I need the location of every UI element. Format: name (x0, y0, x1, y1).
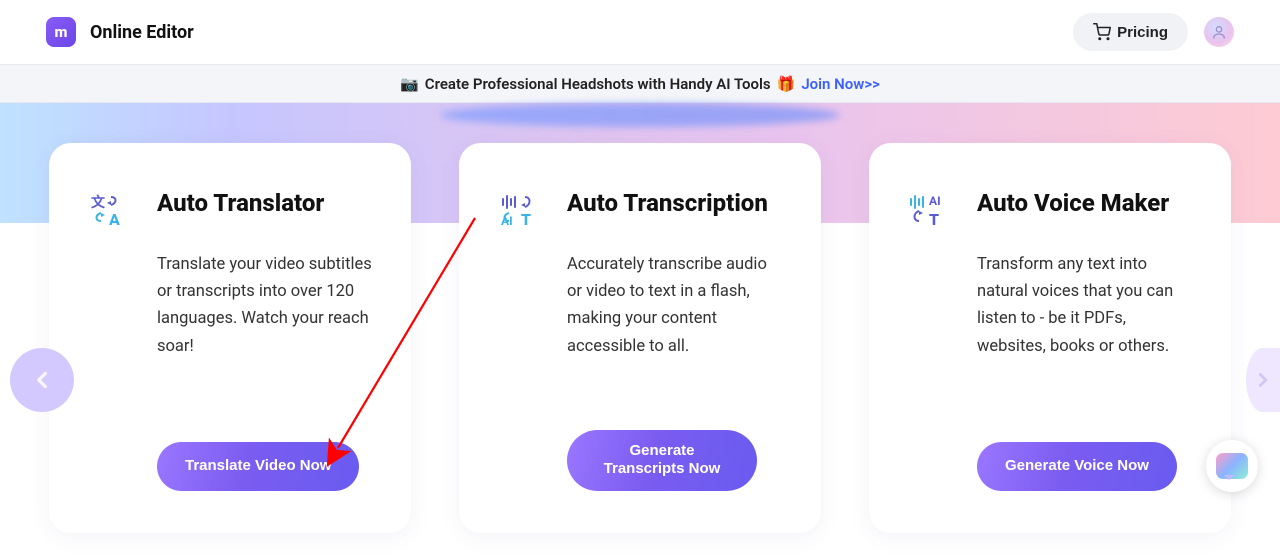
card-title: Auto Voice Maker (977, 189, 1195, 233)
svg-text:文: 文 (91, 194, 106, 211)
translate-video-button[interactable]: Translate Video Now (157, 442, 359, 491)
promo-bar: 📷 Create Professional Headshots with Han… (0, 65, 1280, 103)
translator-icon: 文 A (85, 189, 129, 233)
card-desc: Accurately transcribe audio or video to … (567, 251, 785, 360)
hero: 文 A Auto Translator Translate your video… (0, 103, 1280, 558)
card-desc: Transform any text into natural voices t… (977, 251, 1195, 360)
app-title: Online Editor (90, 22, 194, 43)
generate-transcripts-button[interactable]: Generate Transcripts Now (567, 430, 757, 492)
promo-join-link[interactable]: Join Now>> (801, 75, 880, 93)
card-title: Auto Transcription (567, 189, 785, 233)
svg-text:T: T (929, 210, 939, 229)
header-left: m Online Editor (46, 17, 194, 47)
svg-text:AI: AI (929, 194, 941, 208)
card-auto-translator: 文 A Auto Translator Translate your video… (49, 143, 411, 533)
promo-text: Create Professional Headshots with Handy… (425, 75, 771, 93)
chat-fab[interactable] (1206, 440, 1258, 492)
card-auto-voice-maker: AI T Auto Voice Maker Transform any text… (869, 143, 1231, 533)
camera-icon: 📷 (400, 75, 419, 93)
user-avatar[interactable] (1204, 17, 1234, 47)
gift-icon: 🎁 (777, 75, 796, 93)
transcription-icon: AI T (495, 189, 539, 233)
card-desc: Translate your video subtitles or transc… (157, 251, 375, 360)
svg-text:A: A (109, 210, 120, 229)
card-auto-transcription: AI T Auto Transcription Accurately trans… (459, 143, 821, 533)
generate-voice-button[interactable]: Generate Voice Now (977, 442, 1177, 491)
carousel-next-button[interactable] (1246, 348, 1280, 412)
voice-maker-icon: AI T (905, 189, 949, 233)
cart-icon (1093, 23, 1111, 41)
feature-cards-row: 文 A Auto Translator Translate your video… (0, 143, 1280, 533)
chat-icon (1216, 453, 1248, 479)
carousel-prev-button[interactable] (10, 348, 74, 412)
app-logo-icon[interactable]: m (46, 17, 76, 47)
chevron-left-icon (29, 367, 55, 393)
card-title: Auto Translator (157, 189, 375, 233)
pricing-label: Pricing (1117, 24, 1168, 41)
header: m Online Editor Pricing (0, 0, 1280, 65)
chevron-right-icon (1252, 369, 1274, 391)
pricing-button[interactable]: Pricing (1073, 13, 1188, 51)
user-icon (1211, 24, 1227, 40)
svg-text:T: T (521, 210, 531, 229)
header-right: Pricing (1073, 13, 1234, 51)
